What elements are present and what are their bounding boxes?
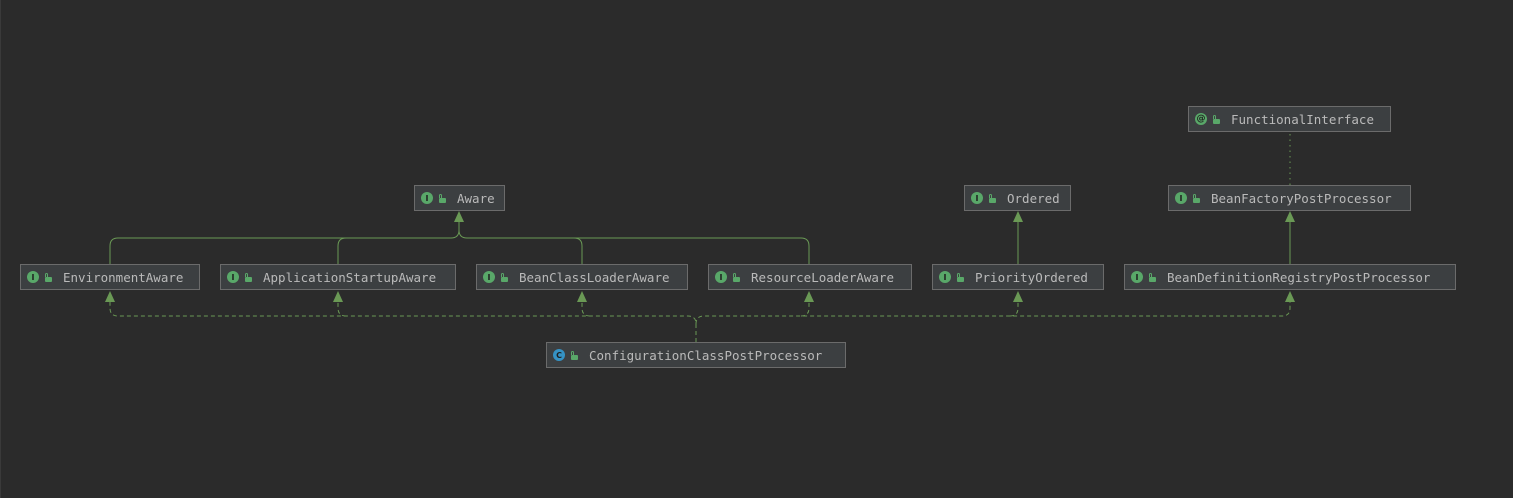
arrow-ordered [1013,211,1023,222]
node-label: Aware [457,190,495,206]
node-functional-interface[interactable]: @ FunctionalInterface [1188,106,1391,132]
edge-application-startup-aware-to-aware [337,237,451,264]
interface-badge-icon: I [715,271,727,283]
edge-ccpp-to-priority-ordered [1009,302,1019,317]
public-lock-icon [45,272,52,282]
edge-ccpp-to-bdrpp [695,302,1291,325]
node-label: ConfigurationClassPostProcessor [589,347,823,363]
node-label: BeanDefinitionRegistryPostProcessor [1167,269,1431,285]
node-label: Ordered [1007,190,1060,206]
public-lock-icon [1193,193,1200,203]
edge-ccpp-to-bean-class-loader-aware [581,302,591,317]
interface-badge-icon: I [421,192,433,204]
interface-badge-icon: I [971,192,983,204]
node-label: ApplicationStartupAware [263,269,437,285]
edge-environment-aware-to-aware [109,222,460,264]
arrow-priority-ordered [1013,291,1023,302]
public-lock-icon [957,272,964,282]
public-lock-icon [245,272,252,282]
node-priority-ordered[interactable]: I PriorityOrdered [932,264,1104,290]
node-environment-aware[interactable]: I EnvironmentAware [20,264,200,290]
arrow-application-startup-aware [333,291,343,302]
node-label: FunctionalInterface [1231,111,1374,127]
public-lock-icon [501,272,508,282]
arrow-aware [454,211,464,222]
arrow-resource-loader-aware [804,291,814,302]
class-badge-icon: C [553,349,565,361]
public-lock-icon [1149,272,1156,282]
public-lock-icon [733,272,740,282]
interface-badge-icon: I [27,271,39,283]
arrow-bean-definition-registry-post-processor [1285,291,1295,302]
node-label: BeanFactoryPostProcessor [1211,190,1392,206]
node-label: BeanClassLoaderAware [519,269,670,285]
public-lock-icon [989,193,996,203]
node-bean-factory-post-processor[interactable]: I BeanFactoryPostProcessor [1168,185,1411,211]
node-bean-definition-registry-post-processor[interactable]: I BeanDefinitionRegistryPostProcessor [1124,264,1456,290]
node-application-startup-aware[interactable]: I ApplicationStartupAware [220,264,456,290]
node-ordered[interactable]: I Ordered [964,185,1071,211]
edge-ccpp-to-environment-aware [109,302,697,342]
node-aware[interactable]: I Aware [414,185,505,211]
interface-badge-icon: I [227,271,239,283]
edge-bean-class-loader-aware-to-aware [458,229,583,264]
public-lock-icon [1213,114,1220,124]
edge-ccpp-to-application-startup-aware [337,302,347,317]
arrow-environment-aware [105,291,115,302]
interface-badge-icon: I [483,271,495,283]
node-label: EnvironmentAware [63,269,184,285]
edges-layer [105,133,1295,342]
node-resource-loader-aware[interactable]: I ResourceLoaderAware [708,264,912,290]
node-label: ResourceLoaderAware [751,269,894,285]
public-lock-icon [571,350,578,360]
interface-badge-icon: I [1131,271,1143,283]
edge-ccpp-to-resource-loader-aware [800,302,810,317]
annotation-badge-icon: @ [1195,113,1207,125]
node-bean-class-loader-aware[interactable]: I BeanClassLoaderAware [476,264,688,290]
node-label: PriorityOrdered [975,269,1088,285]
uml-diagram-canvas: @ FunctionalInterface I Aware I Ordered … [0,0,1513,498]
edge-resource-loader-aware-to-aware [574,237,810,264]
arrow-bean-class-loader-aware [577,291,587,302]
node-configuration-class-post-processor[interactable]: C ConfigurationClassPostProcessor [546,342,846,368]
interface-badge-icon: I [1175,192,1187,204]
public-lock-icon [439,193,446,203]
interface-badge-icon: I [939,271,951,283]
arrow-bean-factory-post-processor [1285,211,1295,222]
